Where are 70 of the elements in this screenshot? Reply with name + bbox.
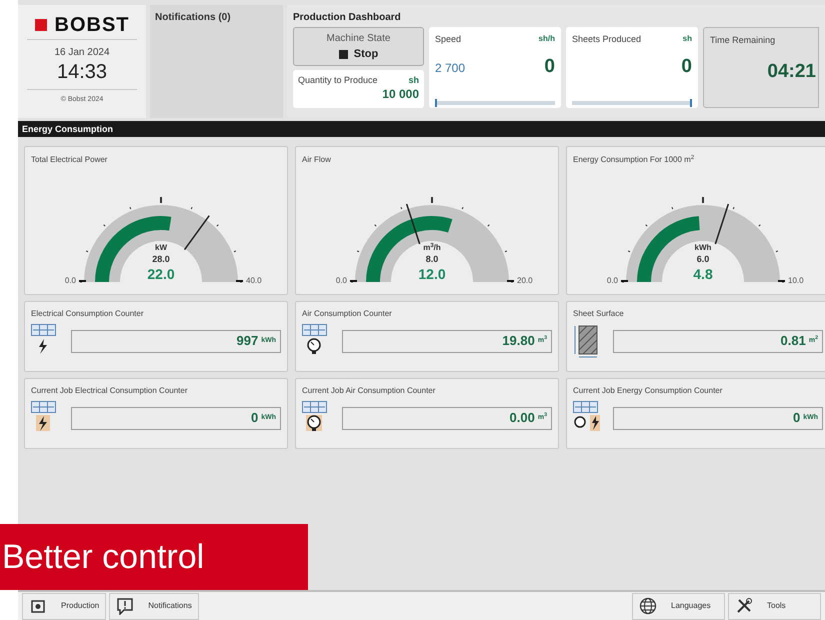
min-tick [350, 280, 357, 282]
logo-square-icon [34, 19, 46, 31]
counter-value: 0 [250, 409, 258, 428]
counter-title: Air Consumption Counter [302, 308, 393, 320]
unit-label: sh [682, 33, 692, 45]
panel-title: Notifications (0) [155, 11, 232, 25]
gauge-value: 22.0 [146, 265, 176, 284]
gauge-title: Air Flow [302, 154, 332, 166]
setpoint-value: 6.0 [696, 253, 710, 266]
target-value: 2 700 [435, 60, 466, 76]
counter-title: Sheet Surface [573, 308, 625, 320]
state-label: Machine State [326, 32, 390, 46]
nav-button[interactable]: Languages [632, 592, 725, 620]
counter-value: 0.00 [510, 409, 535, 428]
gauge-title: Total Electrical Power [31, 154, 108, 166]
max-label: 20.0 [517, 275, 533, 287]
unit-label: kW [154, 242, 168, 254]
state-value: Stop [354, 46, 378, 62]
min-tick [621, 280, 628, 282]
tools-icon [735, 597, 753, 615]
tile-label: Time Remaining [710, 34, 776, 47]
panel-title: Production Dashboard [293, 11, 402, 25]
gauge-needle [714, 204, 730, 244]
max-tick [507, 280, 514, 282]
unit-label: sh [408, 74, 419, 87]
nav-button[interactable]: Tools [728, 592, 821, 620]
quantity-value: 10 000 [382, 88, 419, 100]
max-tick [236, 280, 243, 282]
min-tick [79, 280, 86, 282]
setpoint-value: 28.0 [151, 253, 171, 266]
caption-banner: Better control [0, 524, 308, 590]
nav-button[interactable]: Notifications [109, 592, 199, 620]
tile-label: Sheets Produced [572, 33, 642, 46]
globe-icon [639, 597, 657, 615]
logo-text: BOBST [54, 15, 130, 35]
nav-button[interactable]: Production [22, 592, 106, 620]
min-label: 0.0 [64, 275, 76, 287]
counter-title: Current Job Energy Consumption Counter [573, 385, 724, 397]
counter-value: 0.81 [780, 332, 806, 350]
gauge-value: 4.8 [692, 265, 714, 284]
date-text: 16 Jan 2024 [54, 46, 110, 60]
max-label: 10.0 [788, 275, 804, 287]
card-label: Quantity to Produce [298, 74, 378, 87]
section-title-bar: Energy Consumption [18, 121, 825, 137]
counter-title: Electrical Consumption Counter [31, 308, 144, 320]
min-label: 0.0 [334, 275, 347, 287]
max-label: 40.0 [246, 275, 262, 287]
gauge-needle [406, 204, 420, 244]
clock-time: 14:33 [27, 60, 137, 90]
unit-label: kWh [694, 242, 712, 254]
min-label: 0.0 [606, 275, 618, 287]
alert-bubble-icon [116, 597, 134, 615]
counter-value: 0 [792, 409, 800, 428]
max-tick [778, 280, 785, 282]
time-value: 04:21 [767, 60, 817, 84]
tile-label: Speed [435, 33, 462, 46]
gauge-title: Energy Consumption For 1000 m$^{2}$ [573, 154, 696, 166]
unit-label: sh/h [538, 33, 555, 45]
gauge-value: 12.0 [417, 265, 447, 284]
tile-value: 0 [544, 55, 555, 80]
counter-value: 997 [236, 332, 258, 350]
setpoint-value: 8.0 [424, 253, 440, 266]
unit-label: m$^{3}$/h [422, 242, 442, 254]
stop-icon [338, 50, 348, 58]
tile-value: 0 [681, 55, 692, 80]
gauge-needle [184, 215, 210, 250]
counter-title: Current Job Electrical Consumption Counter [31, 385, 189, 397]
machine-state-button[interactable]: Machine State Stop [293, 27, 424, 66]
counter-value: 19.80 [502, 332, 535, 350]
counter-title: Current Job Air Consumption Counter [302, 385, 436, 397]
